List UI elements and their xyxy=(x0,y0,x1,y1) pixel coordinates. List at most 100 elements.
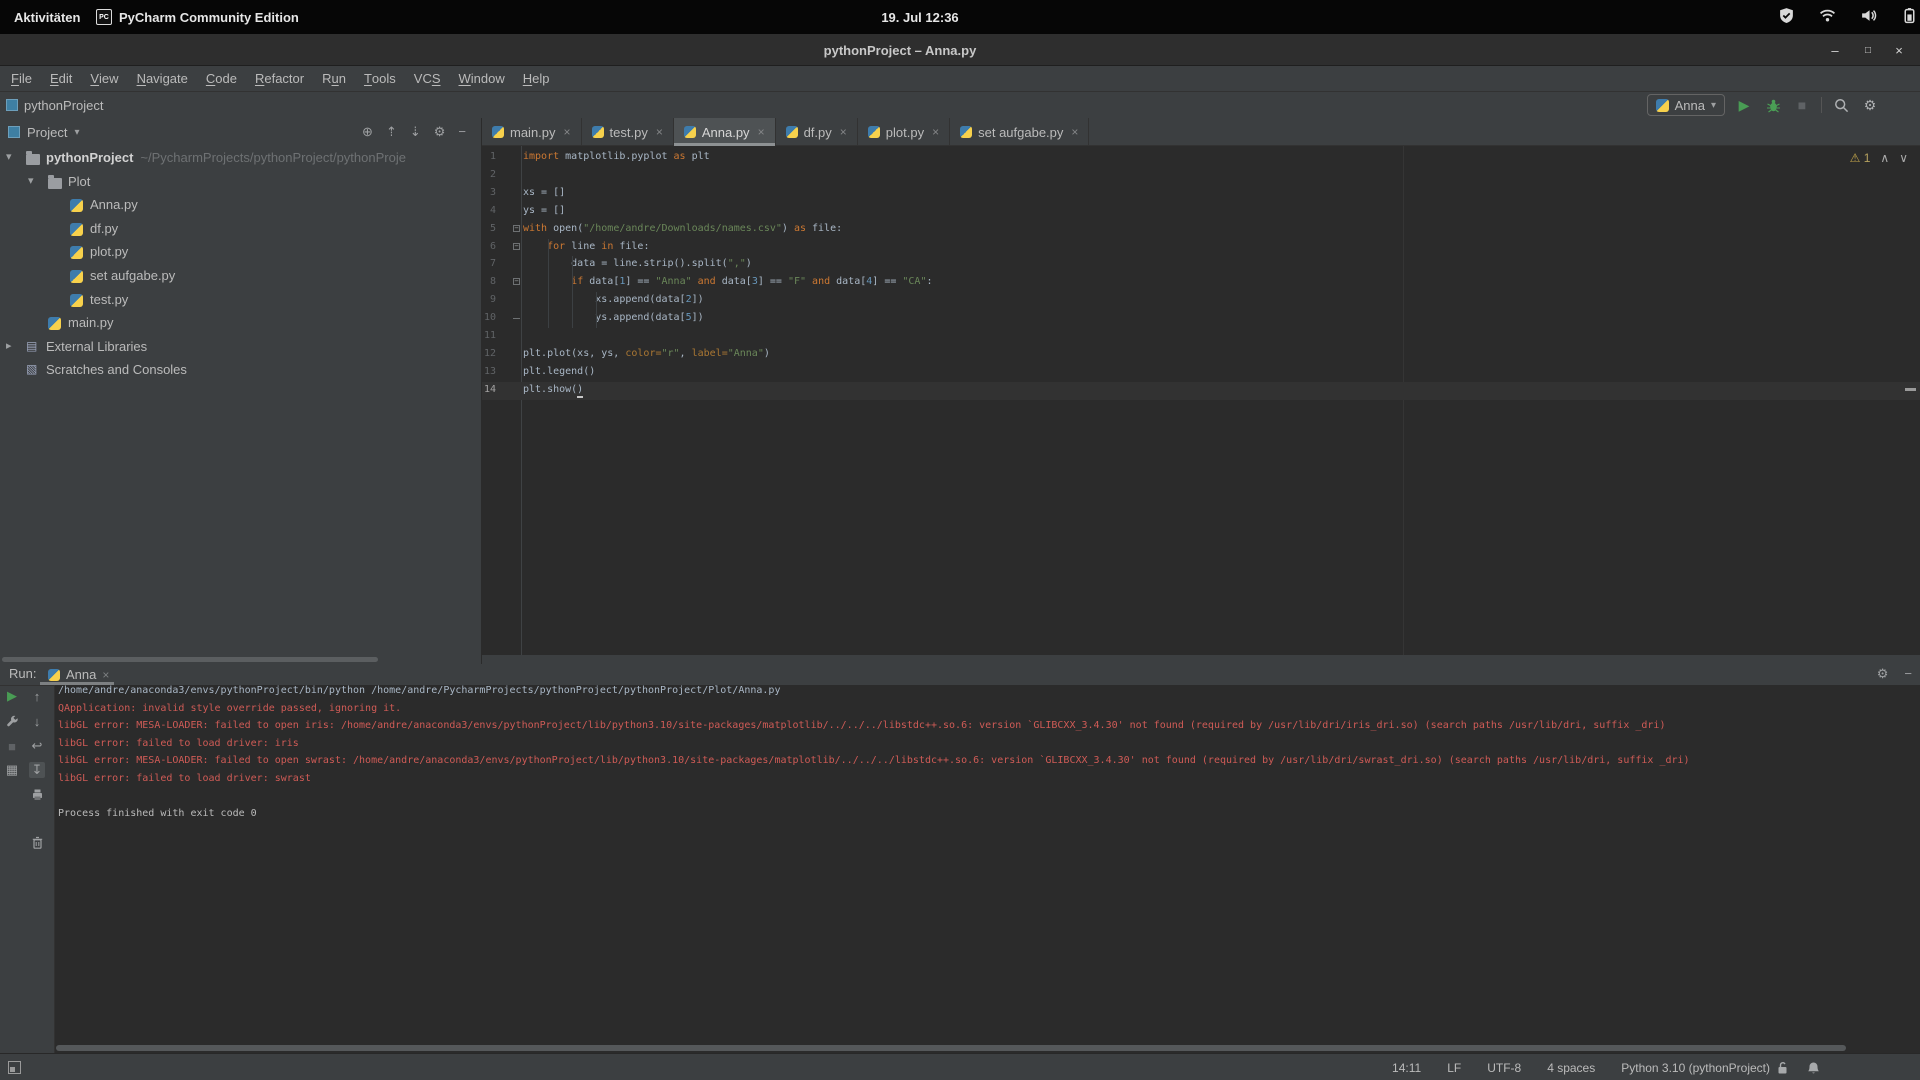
close-icon[interactable]: × xyxy=(1071,125,1078,139)
encoding-widget[interactable]: UTF-8 xyxy=(1487,1061,1521,1075)
menu-navigate[interactable]: Navigate xyxy=(128,66,197,92)
rerun-icon[interactable]: ▶ xyxy=(4,688,20,704)
settings-icon[interactable]: ⚙ xyxy=(434,124,446,140)
menu-help[interactable]: Help xyxy=(514,66,559,92)
run-console-output[interactable]: /home/andre/anaconda3/envs/pythonProject… xyxy=(55,685,1920,1053)
menu-window[interactable]: Window xyxy=(450,66,514,92)
editor-tab-set-aufgabe-py[interactable]: set aufgabe.py× xyxy=(950,118,1089,146)
menu-edit[interactable]: Edit xyxy=(41,66,81,92)
menu-vcs[interactable]: VCS xyxy=(405,66,450,92)
tree-item-plot[interactable]: ▾Plot xyxy=(0,170,482,194)
prev-problem-icon[interactable]: ∧ xyxy=(1880,151,1889,165)
chevron-expanded-icon[interactable]: ▾ xyxy=(6,150,12,163)
editor-tab-anna-py[interactable]: Anna.py× xyxy=(674,118,776,146)
expand-all-icon[interactable]: ⇣ xyxy=(410,124,421,140)
close-icon[interactable]: × xyxy=(102,668,109,682)
tree-item-df-py[interactable]: df.py xyxy=(0,217,482,241)
caret-position-widget[interactable]: 14:11 xyxy=(1392,1061,1421,1075)
code-line-2[interactable]: 2 xyxy=(482,167,1920,185)
collapse-all-icon[interactable]: ⇡ xyxy=(386,124,397,140)
code-line-9[interactable]: 9 xs.append(data[2]) xyxy=(482,292,1920,310)
activities-button[interactable]: Aktivitäten xyxy=(14,0,80,34)
chevron-expanded-icon[interactable]: ▾ xyxy=(28,174,34,187)
locate-icon[interactable]: ⊕ xyxy=(362,124,373,140)
layout-icon[interactable]: ▦ xyxy=(4,762,20,778)
run-configuration-select[interactable]: Anna ▾ xyxy=(1647,94,1725,116)
breadcrumb[interactable]: pythonProject xyxy=(6,92,104,118)
print-icon[interactable] xyxy=(29,786,45,802)
tree-item-plot-py[interactable]: plot.py xyxy=(0,240,482,264)
code-editor[interactable]: 1import matplotlib.pyplot as plt23xs = [… xyxy=(482,146,1920,655)
maximize-button[interactable]: □ xyxy=(1853,34,1883,66)
console-hscrollbar[interactable] xyxy=(56,1045,1846,1051)
hide-panel-icon[interactable]: − xyxy=(1904,666,1912,682)
close-icon[interactable]: × xyxy=(656,125,663,139)
stop-icon[interactable]: ■ xyxy=(4,738,20,754)
code-line-3[interactable]: 3xs = [] xyxy=(482,185,1920,203)
tree-item-set-aufgabe-py[interactable]: set aufgabe.py xyxy=(0,264,482,288)
code-line-1[interactable]: 1import matplotlib.pyplot as plt xyxy=(482,149,1920,167)
tree-item-anna-py[interactable]: Anna.py xyxy=(0,193,482,217)
tree-item-main-py[interactable]: main.py xyxy=(0,311,482,335)
menu-code[interactable]: Code xyxy=(197,66,246,92)
close-icon[interactable]: × xyxy=(932,125,939,139)
system-tray[interactable] xyxy=(1778,0,1918,34)
menu-tools[interactable]: Tools xyxy=(355,66,405,92)
code-line-7[interactable]: 7 data = line.strip().split(",") xyxy=(482,256,1920,274)
editor-tab-test-py[interactable]: test.py× xyxy=(582,118,674,146)
close-icon[interactable]: × xyxy=(758,125,765,139)
clear-icon[interactable] xyxy=(29,834,45,850)
code-line-6[interactable]: 6− for line in file: xyxy=(482,239,1920,257)
code-line-10[interactable]: 10 ys.append(data[5]) xyxy=(482,310,1920,328)
project-panel-header[interactable]: Project ▾ ⊕⇡⇣⚙− xyxy=(0,118,482,146)
editor-tab-plot-py[interactable]: plot.py× xyxy=(858,118,950,146)
settings-icon[interactable]: ⚙ xyxy=(1860,94,1880,116)
indent-widget[interactable]: 4 spaces xyxy=(1547,1061,1595,1075)
bell-icon[interactable] xyxy=(1807,1061,1820,1075)
interpreter-widget[interactable]: Python 3.10 (pythonProject) xyxy=(1621,1061,1770,1075)
menu-run[interactable]: Run xyxy=(313,66,355,92)
debug-icon[interactable] xyxy=(1763,94,1783,116)
menu-file[interactable]: File xyxy=(2,66,41,92)
code-line-11[interactable]: 11 xyxy=(482,328,1920,346)
tool-window-switcher-icon[interactable] xyxy=(8,1061,21,1074)
editor-tab-df-py[interactable]: df.py× xyxy=(776,118,858,146)
chevron-collapsed-icon[interactable]: ▸ xyxy=(6,339,12,352)
close-button[interactable]: × xyxy=(1884,34,1914,66)
fold-marker-icon[interactable]: − xyxy=(513,243,520,250)
code-line-5[interactable]: 5−with open("/home/andre/Downloads/names… xyxy=(482,221,1920,239)
scroll-end-icon[interactable]: ↧ xyxy=(29,762,45,778)
tree-item-external-libraries[interactable]: ▸▤External Libraries xyxy=(0,335,482,359)
lock-open-icon[interactable] xyxy=(1776,1061,1789,1075)
tree-item-scratches-and-consoles[interactable]: ▧Scratches and Consoles xyxy=(0,358,482,382)
tree-item-test-py[interactable]: test.py xyxy=(0,288,482,312)
search-icon[interactable] xyxy=(1831,94,1851,116)
code-line-12[interactable]: 12plt.plot(xs, ys, color="r", label="Ann… xyxy=(482,346,1920,364)
up-stack-icon[interactable]: ↑ xyxy=(29,688,45,704)
fold-marker-icon[interactable]: − xyxy=(513,278,520,285)
code-line-13[interactable]: 13plt.legend() xyxy=(482,364,1920,382)
close-icon[interactable]: × xyxy=(564,125,571,139)
focused-app-menu[interactable]: PC PyCharm Community Edition xyxy=(96,0,299,34)
code-line-8[interactable]: 8− if data[1] == "Anna" and data[3] == "… xyxy=(482,274,1920,292)
editor-tab-main-py[interactable]: main.py× xyxy=(482,118,582,146)
project-panel-hscrollbar[interactable] xyxy=(2,657,378,662)
soft-wrap-icon[interactable]: ↩ xyxy=(29,738,45,754)
run-icon[interactable]: ▶ xyxy=(1734,94,1754,116)
code-line-4[interactable]: 4ys = [] xyxy=(482,203,1920,221)
down-stack-icon[interactable]: ↓ xyxy=(29,713,45,729)
close-icon[interactable]: × xyxy=(840,125,847,139)
inspections-widget[interactable]: ⚠ 1 ∧ ∨ xyxy=(1850,151,1908,165)
wrench-icon[interactable] xyxy=(4,713,20,729)
minimize-button[interactable]: – xyxy=(1820,34,1850,66)
menu-view[interactable]: View xyxy=(81,66,127,92)
line-separator-widget[interactable]: LF xyxy=(1447,1061,1461,1075)
code-line-14[interactable]: 14plt.show() xyxy=(482,382,1920,400)
clock-menu[interactable]: 19. Jul 12:36 xyxy=(830,0,1010,34)
settings-icon[interactable]: ⚙ xyxy=(1877,666,1889,682)
stop-icon[interactable]: ■ xyxy=(1792,94,1812,116)
tree-item-pythonproject[interactable]: ▾pythonProject~/PycharmProjects/pythonPr… xyxy=(0,146,482,170)
fold-marker-icon[interactable] xyxy=(513,314,520,319)
menu-refactor[interactable]: Refactor xyxy=(246,66,313,92)
hide-panel-icon[interactable]: − xyxy=(458,124,466,140)
